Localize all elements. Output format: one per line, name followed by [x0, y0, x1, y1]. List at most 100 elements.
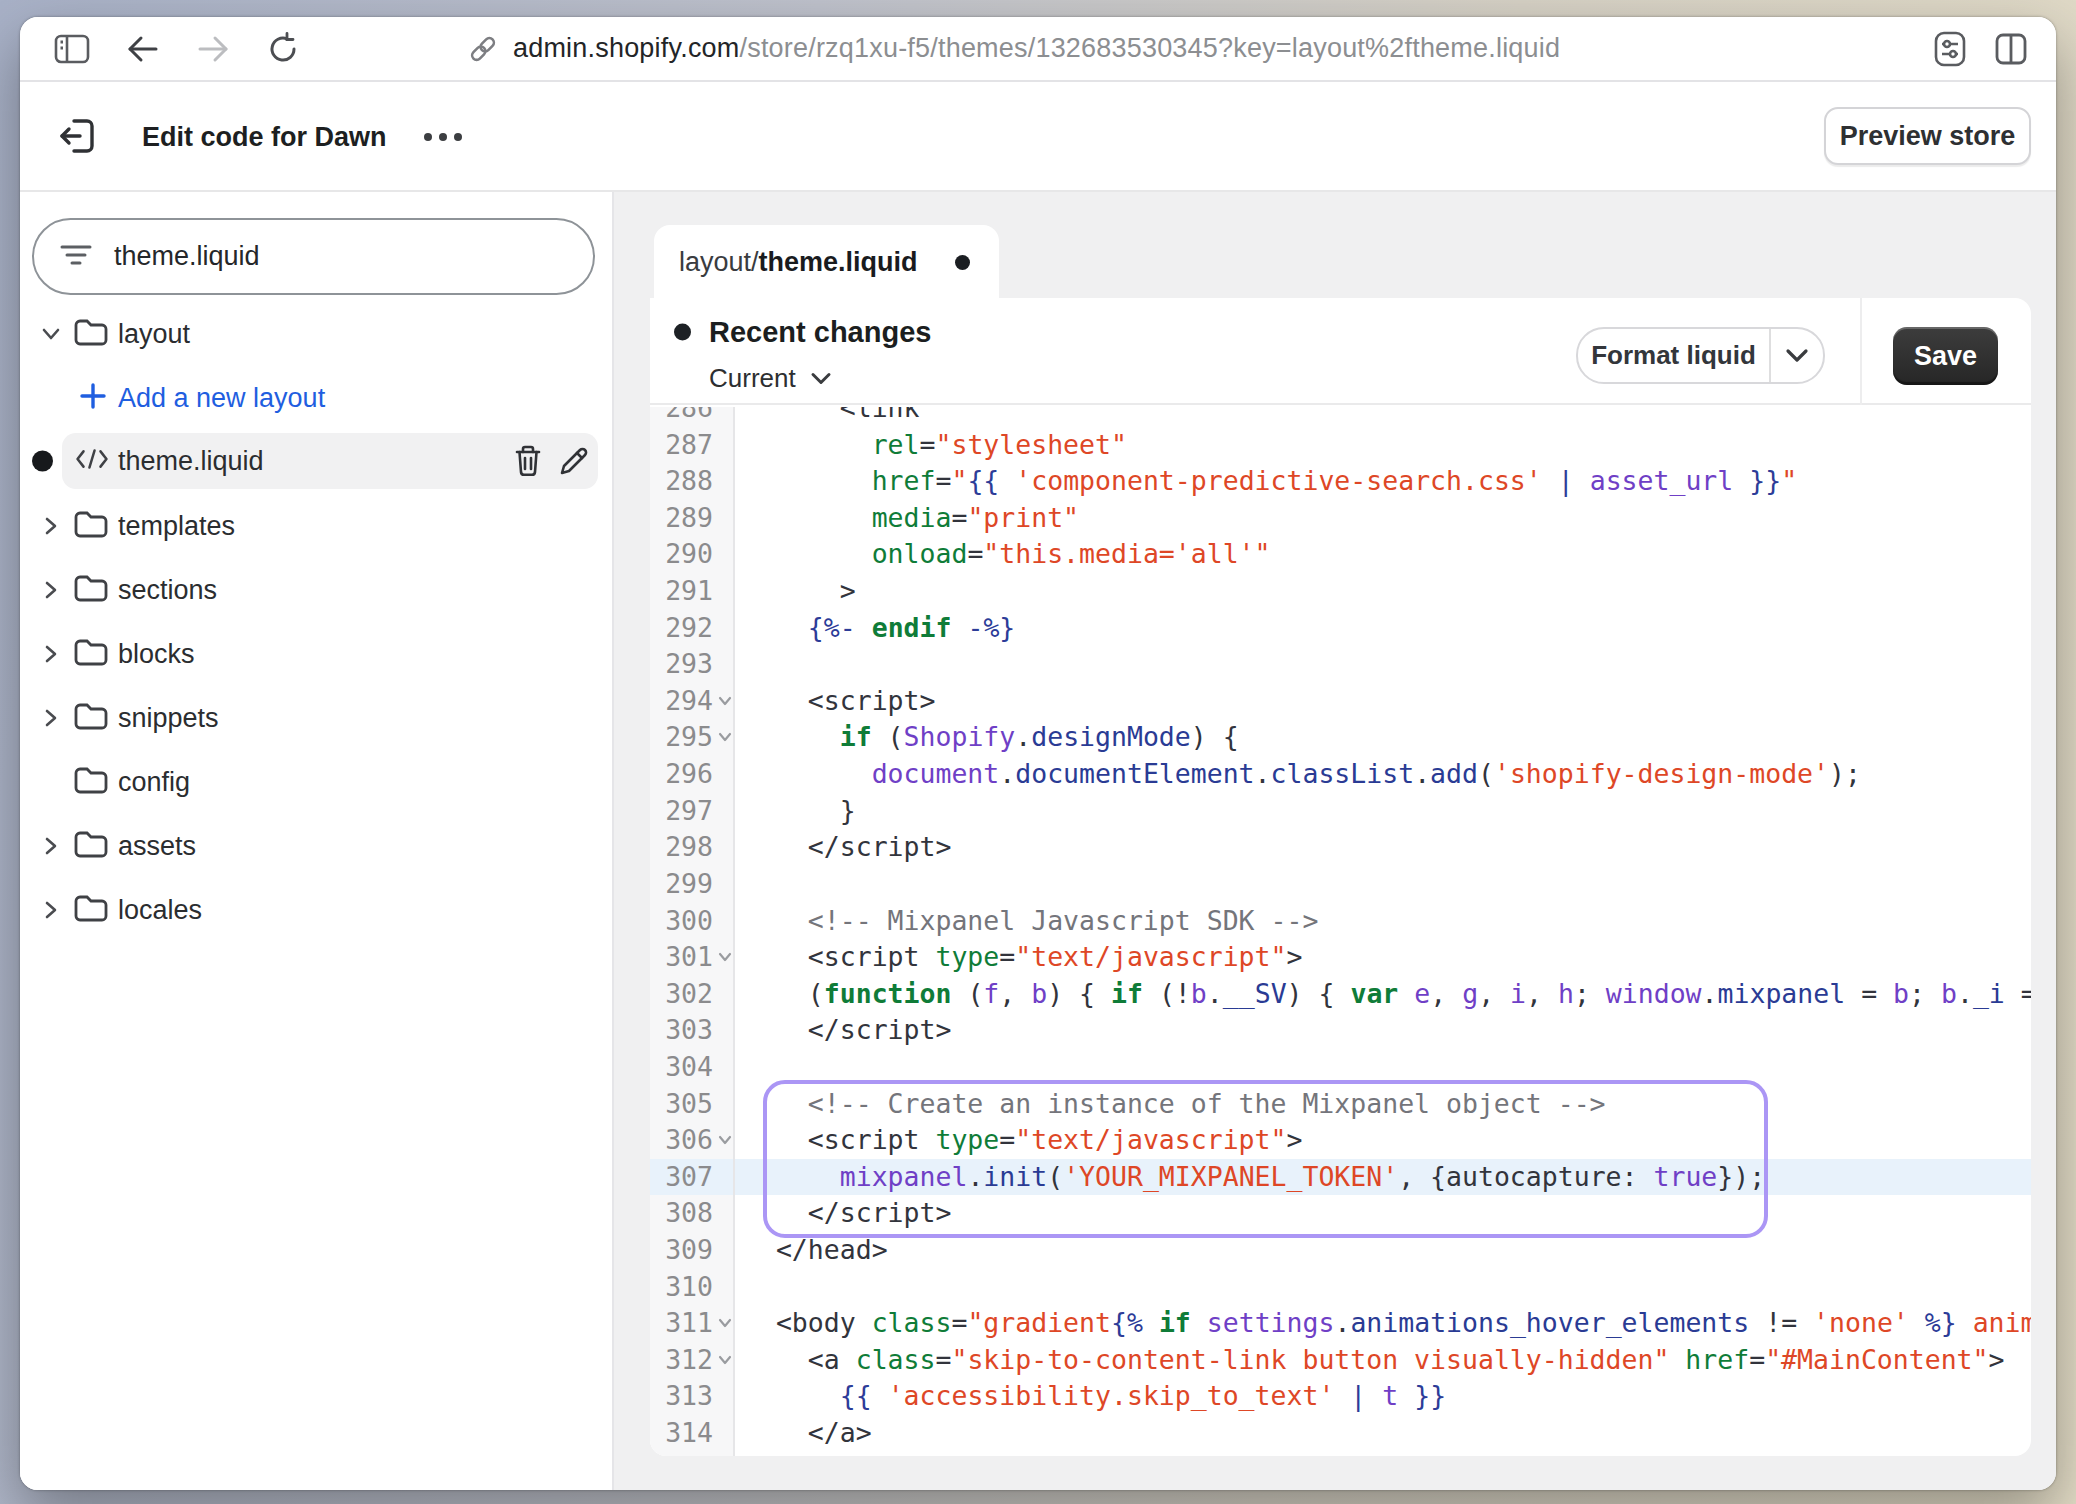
code-line-291[interactable]: 291 >: [650, 573, 2031, 610]
line-number: 290: [650, 536, 713, 573]
code-line-300[interactable]: 300 <!-- Mixpanel Javascript SDK -->: [650, 903, 2031, 940]
fold-slot: [713, 976, 735, 1013]
sidebar-item-snippets[interactable]: snippets: [20, 690, 614, 746]
sidebar-item-templates[interactable]: templates: [20, 498, 614, 554]
code-editor[interactable]: 286 <link287 rel="stylesheet"288 href="{…: [650, 407, 2031, 1456]
sidebar-item-assets[interactable]: assets: [20, 818, 614, 874]
fold-slot: [713, 536, 735, 573]
code-text: [735, 1049, 744, 1086]
code-text: <link: [735, 407, 920, 427]
line-number: 304: [650, 1049, 713, 1086]
exit-editor-icon[interactable]: [54, 113, 100, 159]
folder-icon: [73, 573, 109, 607]
format-options-button[interactable]: [1771, 329, 1823, 382]
fold-slot: [713, 903, 735, 940]
delete-icon[interactable]: [514, 445, 542, 477]
version-dropdown[interactable]: Current: [709, 363, 832, 394]
sidebar-toggle-icon[interactable]: [54, 33, 90, 65]
code-text: >: [735, 573, 856, 610]
code-line-312[interactable]: 312 <a class="skip-to-content-link butto…: [650, 1342, 2031, 1379]
sidebar-item-theme-liquid[interactable]: theme.liquid: [20, 433, 614, 489]
back-icon[interactable]: [126, 34, 160, 64]
line-number: 313: [650, 1378, 713, 1415]
chevron-right-icon[interactable]: [40, 899, 62, 921]
split-view-icon[interactable]: [1994, 32, 2028, 66]
code-text: [735, 1269, 744, 1306]
code-line-295[interactable]: 295 if (Shopify.designMode) {: [650, 719, 2031, 756]
forward-icon[interactable]: [196, 34, 230, 64]
tab-theme-liquid[interactable]: layout/theme.liquid: [654, 225, 999, 300]
code-line-286[interactable]: 286 <link: [650, 407, 2031, 427]
fold-chevron-icon[interactable]: [713, 939, 735, 976]
line-number: 287: [650, 427, 713, 464]
code-text: media="print": [735, 500, 1079, 537]
unsaved-dot: [955, 255, 970, 270]
code-line-297[interactable]: 297 }: [650, 793, 2031, 830]
fold-slot: [713, 500, 735, 537]
chevron-down-icon[interactable]: [40, 323, 62, 345]
code-line-289[interactable]: 289 media="print": [650, 500, 2031, 537]
sidebar-item-blocks[interactable]: blocks: [20, 626, 614, 682]
sidebar-item-sections[interactable]: sections: [20, 562, 614, 618]
fold-chevron-icon[interactable]: [713, 1342, 735, 1379]
code-line-294[interactable]: 294 <script>: [650, 683, 2031, 720]
code-line-313[interactable]: 313 {{ 'accessibility.skip_to_text' | t …: [650, 1378, 2031, 1415]
tab-dir: layout/: [679, 247, 759, 277]
code-line-311[interactable]: 311 <body class="gradient{% if settings.…: [650, 1305, 2031, 1342]
chevron-right-icon[interactable]: [40, 579, 62, 601]
fold-chevron-icon[interactable]: [713, 1122, 735, 1159]
code-line-288[interactable]: 288 href="{{ 'component-predictive-searc…: [650, 463, 2031, 500]
code-text: <body class="gradient{% if settings.anim…: [735, 1305, 2031, 1342]
code-line-296[interactable]: 296 document.documentElement.classList.a…: [650, 756, 2031, 793]
code-line-310[interactable]: 310: [650, 1269, 2031, 1306]
fold-chevron-icon[interactable]: [713, 683, 735, 720]
chevron-right-icon[interactable]: [40, 515, 62, 537]
code-line-302[interactable]: 302 (function (f, b) { if (!b.__SV) { va…: [650, 976, 2031, 1013]
plus-icon: [78, 381, 108, 415]
code-line-287[interactable]: 287 rel="stylesheet": [650, 427, 2031, 464]
folder-icon: [73, 317, 109, 351]
format-liquid-button[interactable]: Format liquid: [1576, 327, 1825, 384]
code-text: if (Shopify.designMode) {: [735, 719, 1239, 756]
line-number: 286: [650, 407, 713, 427]
sidebar-item-locales[interactable]: locales: [20, 882, 614, 938]
sidebar-item-layout[interactable]: layout: [20, 306, 614, 362]
save-button[interactable]: Save: [1893, 327, 1998, 385]
code-line-290[interactable]: 290 onload="this.media='all'": [650, 536, 2031, 573]
url-path: /store/rzq1xu-f5/themes/132683530345?key…: [740, 33, 1561, 63]
code-line-292[interactable]: 292 {%- endif -%}: [650, 610, 2031, 647]
code-text: <script type="text/javascript">: [735, 939, 1302, 976]
filter-icon: [60, 243, 92, 271]
line-number: 300: [650, 903, 713, 940]
changes-dot: [674, 324, 691, 341]
fold-chevron-icon[interactable]: [713, 1305, 735, 1342]
fold-slot: [713, 1232, 735, 1269]
address-bar[interactable]: admin.shopify.com/store/rzq1xu-f5/themes…: [468, 17, 1560, 80]
fold-slot: [713, 756, 735, 793]
code-line-301[interactable]: 301 <script type="text/javascript">: [650, 939, 2031, 976]
file-search-input[interactable]: theme.liquid: [32, 218, 595, 295]
code-line-298[interactable]: 298 </script>: [650, 829, 2031, 866]
preview-store-button[interactable]: Preview store: [1824, 107, 2031, 165]
chevron-right-icon[interactable]: [40, 707, 62, 729]
sidebar-item-config[interactable]: config: [20, 754, 614, 810]
more-actions-button[interactable]: [424, 133, 462, 141]
folder-icon: [73, 701, 109, 735]
page-settings-icon[interactable]: [1932, 31, 1968, 67]
code-line-293[interactable]: 293: [650, 646, 2031, 683]
code-text: (function (f, b) { if (!b.__SV) { var e,…: [735, 976, 2031, 1013]
code-line-303[interactable]: 303 </script>: [650, 1012, 2031, 1049]
code-line-299[interactable]: 299: [650, 866, 2031, 903]
chevron-right-icon[interactable]: [40, 835, 62, 857]
folder-icon: [73, 509, 109, 543]
code-line-314[interactable]: 314 </a>: [650, 1415, 2031, 1452]
add-layout-button[interactable]: Add a new layout: [20, 370, 614, 426]
chevron-right-icon[interactable]: [40, 643, 62, 665]
reload-icon[interactable]: [266, 32, 300, 66]
tree-item-label: templates: [118, 511, 235, 542]
header-divider: [1860, 298, 1862, 405]
rename-icon[interactable]: [558, 445, 590, 477]
fold-chevron-icon[interactable]: [713, 719, 735, 756]
tree-item-label: layout: [118, 319, 190, 350]
line-number: 310: [650, 1269, 713, 1306]
